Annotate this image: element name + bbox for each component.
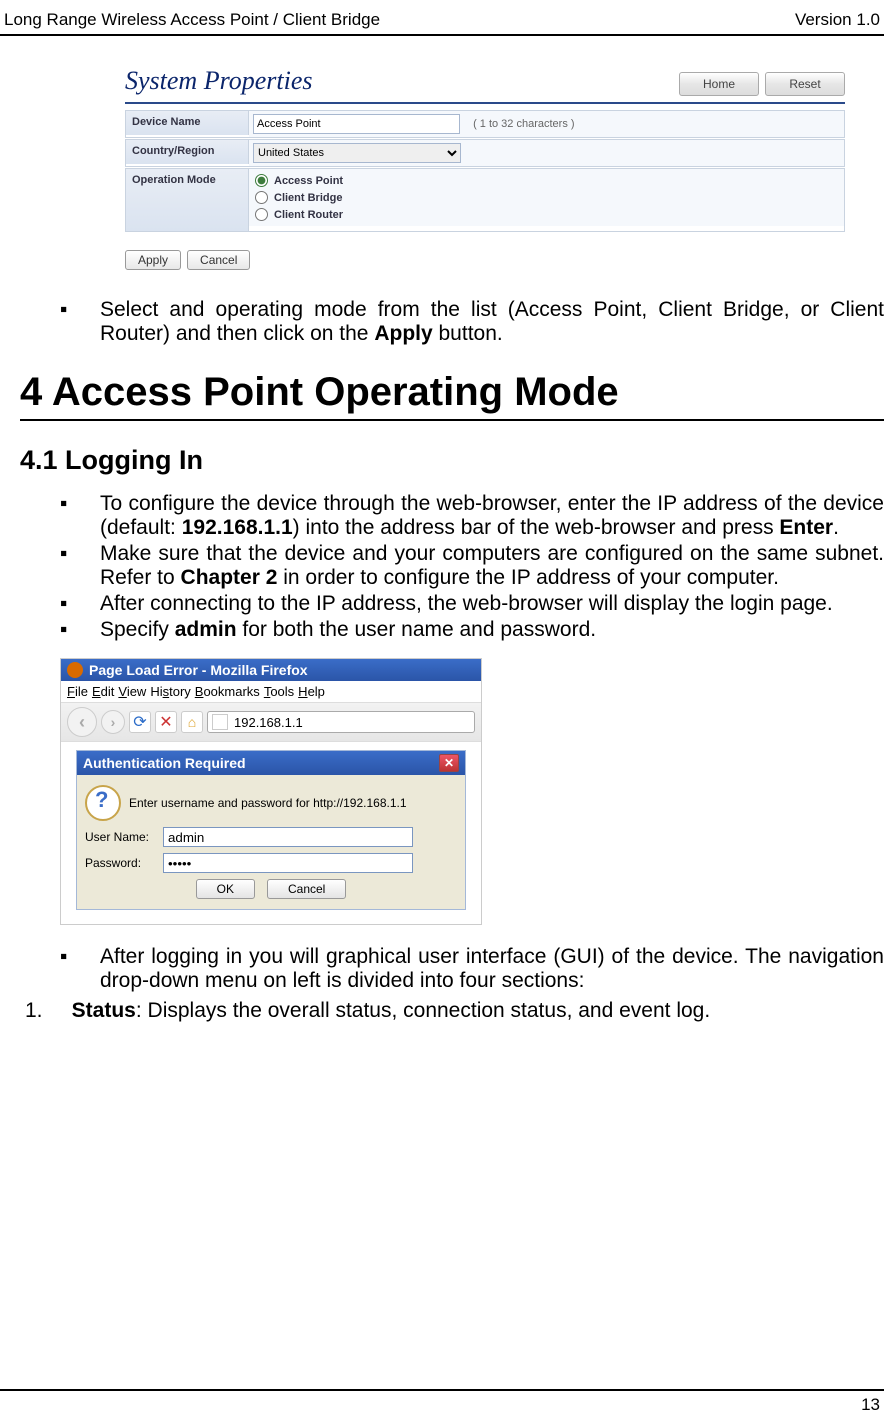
- auth-message: Enter username and password for http://1…: [129, 796, 407, 810]
- firefox-window: Page Load Error - Mozilla Firefox File E…: [60, 658, 482, 925]
- opmode-client-router-label: Client Router: [274, 209, 343, 221]
- auth-dialog: Authentication Required ✕ Enter username…: [76, 750, 466, 910]
- device-name-label: Device Name: [126, 111, 249, 135]
- back-button[interactable]: ‹: [67, 707, 97, 737]
- firefox-titlebar: Page Load Error - Mozilla Firefox: [61, 659, 481, 681]
- country-select[interactable]: United States: [253, 143, 461, 163]
- menu-help[interactable]: Help: [298, 684, 325, 699]
- section-heading: 4 Access Point Operating Mode: [20, 370, 884, 421]
- opmode-access-point-radio[interactable]: [255, 174, 268, 187]
- login-bullet-2: Make sure that the device and your compu…: [100, 542, 884, 590]
- menu-file[interactable]: File: [67, 684, 88, 699]
- menu-bookmarks[interactable]: Bookmarks: [195, 684, 260, 699]
- after-login-bullet: After logging in you will graphical user…: [100, 945, 884, 993]
- menu-view[interactable]: View: [118, 684, 146, 699]
- device-name-input[interactable]: [253, 114, 460, 134]
- firefox-icon: [67, 662, 83, 678]
- username-label: User Name:: [85, 830, 155, 844]
- menu-history[interactable]: History: [150, 684, 190, 699]
- auth-title-text: Authentication Required: [83, 755, 246, 771]
- opmode-client-bridge-radio[interactable]: [255, 191, 268, 204]
- cancel-button-auth[interactable]: Cancel: [267, 879, 346, 899]
- ok-button[interactable]: OK: [196, 879, 255, 899]
- reset-button[interactable]: Reset: [765, 72, 845, 96]
- bullet-text: Select and operating mode from the list …: [100, 298, 884, 346]
- username-input[interactable]: [163, 827, 413, 847]
- login-bullet-3: After connecting to the IP address, the …: [100, 592, 884, 616]
- header-right: Version 1.0: [795, 10, 880, 30]
- opmode-client-bridge-label: Client Bridge: [274, 192, 342, 204]
- header-rule: [0, 34, 884, 36]
- page-icon: [212, 714, 228, 730]
- footer-rule: [0, 1389, 884, 1391]
- close-icon[interactable]: ✕: [439, 754, 459, 772]
- stop-icon[interactable]: ✕: [155, 711, 177, 733]
- question-icon: [85, 785, 121, 821]
- header-left: Long Range Wireless Access Point / Clien…: [4, 10, 380, 30]
- password-input[interactable]: [163, 853, 413, 873]
- reload-icon[interactable]: ⟳: [129, 711, 151, 733]
- firefox-menubar[interactable]: File Edit View History Bookmarks Tools H…: [61, 681, 481, 702]
- login-bullet-1: To configure the device through the web-…: [100, 492, 884, 540]
- address-bar[interactable]: 192.168.1.1: [207, 711, 475, 733]
- system-properties-panel: System Properties Home Reset Device Name…: [125, 66, 865, 270]
- list-number: 1.: [25, 999, 60, 1023]
- operation-mode-label: Operation Mode: [126, 169, 249, 231]
- device-name-hint: ( 1 to 32 characters ): [473, 118, 575, 130]
- forward-button[interactable]: ›: [101, 710, 125, 734]
- home-button[interactable]: Home: [679, 72, 759, 96]
- bullet-marker: ▪: [60, 298, 100, 346]
- opmode-client-router-radio[interactable]: [255, 208, 268, 221]
- status-desc: Status: Displays the overall status, con…: [60, 999, 710, 1023]
- menu-edit[interactable]: Edit: [92, 684, 114, 699]
- password-label: Password:: [85, 856, 155, 870]
- cancel-button[interactable]: Cancel: [187, 250, 250, 270]
- subsection-heading: 4.1 Logging In: [20, 445, 884, 476]
- login-bullet-4: Specify admin for both the user name and…: [100, 618, 884, 642]
- country-label: Country/Region: [126, 140, 249, 164]
- address-text: 192.168.1.1: [234, 715, 303, 730]
- opmode-access-point-label: Access Point: [274, 175, 343, 187]
- page-number: 13: [0, 1395, 884, 1415]
- home-icon[interactable]: ⌂: [181, 711, 203, 733]
- apply-button[interactable]: Apply: [125, 250, 181, 270]
- menu-tools[interactable]: Tools: [264, 684, 294, 699]
